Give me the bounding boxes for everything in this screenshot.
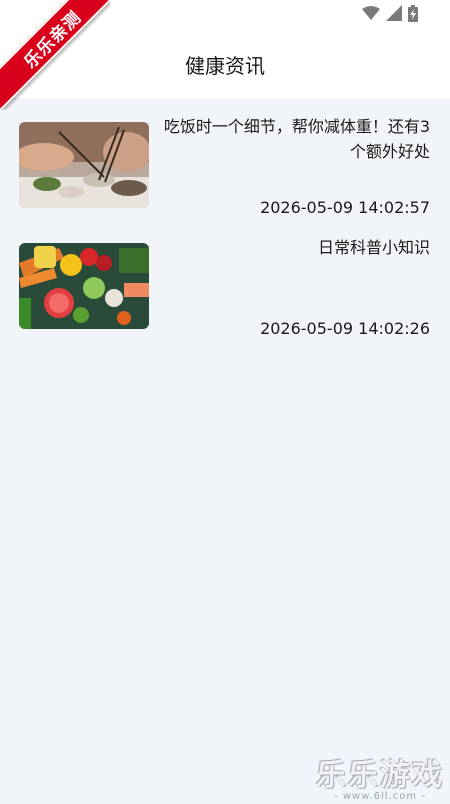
vegetables-photo-icon [19,243,149,329]
news-item[interactable]: 吃饭时一个细节，帮你减体重！还有3个额外好处 2026-05-09 14:02:… [0,98,450,219]
corner-ribbon: 乐乐亲测 [0,0,110,110]
news-timestamp: 2026-05-09 14:02:26 [260,319,430,338]
cellular-signal-icon [386,5,402,21]
news-thumbnail-vegetables[interactable] [19,243,149,329]
ribbon-label: 乐乐亲测 [0,0,110,110]
watermark-main: 乐乐游戏 [316,758,444,793]
watermark: 乐乐游戏 - www.6ll.com - [316,750,444,802]
news-title[interactable]: 吃饭时一个细节，帮你减体重！还有3个额外好处 [150,114,430,164]
watermark-url: - www.6ll.com - [334,791,426,802]
news-thumbnail-dining[interactable] [19,122,149,208]
news-item[interactable]: 日常科普小知识 2026-05-09 14:02:26 [0,219,450,340]
dining-photo-icon [19,122,149,208]
wifi-icon [362,6,380,20]
news-timestamp: 2026-05-09 14:02:57 [260,198,430,217]
news-list: 吃饭时一个细节，帮你减体重！还有3个额外好处 2026-05-09 14:02:… [0,98,450,340]
news-title[interactable]: 日常科普小知识 [150,235,430,260]
battery-charging-icon [408,4,418,22]
status-bar [362,3,418,23]
